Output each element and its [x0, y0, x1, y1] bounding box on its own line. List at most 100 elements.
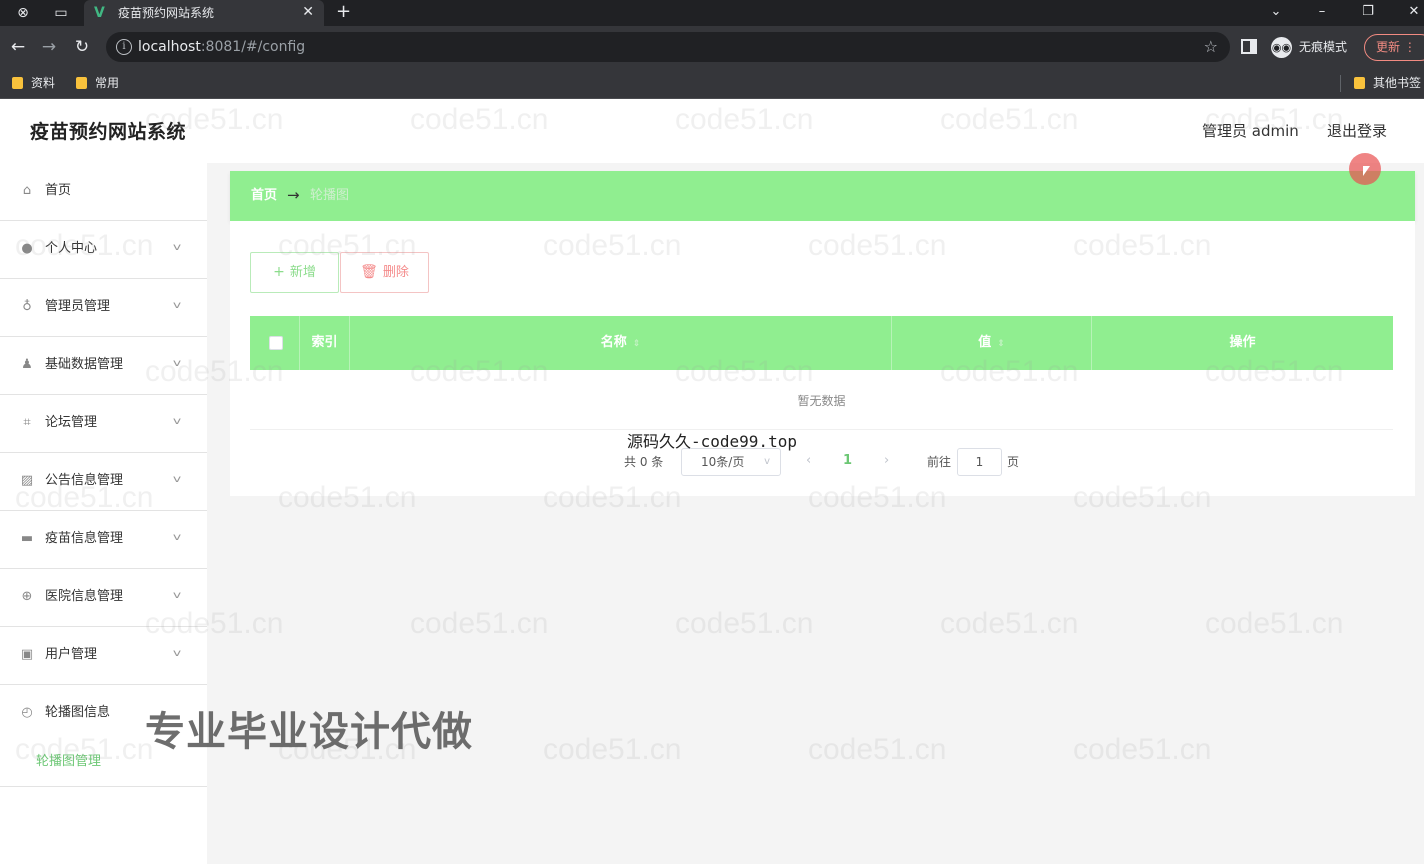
page-number-current[interactable]: 1 [843, 452, 852, 470]
goto-page-input[interactable]: 1 [957, 448, 1002, 476]
sidebar-item-home[interactable]: ⌂ 首页 [0, 163, 207, 221]
table-body: 暂无数据 [250, 370, 1393, 430]
clipboard-icon: ▣ [20, 647, 34, 662]
tab-close-icon[interactable]: ✕ [302, 3, 314, 21]
breadcrumb-home[interactable]: 首页 [251, 187, 277, 205]
chevron-down-icon: v [172, 242, 182, 253]
incognito-label[interactable]: 无痕模式 [1299, 39, 1347, 55]
update-button[interactable]: 更新 ⋮ [1364, 34, 1424, 61]
crop-icon: ⌗ [23, 415, 31, 430]
url-text[interactable]: localhost:8081/#/config [138, 38, 305, 56]
pagination-total: 共 0 条 [624, 455, 664, 469]
monitor-icon: ▬ [20, 531, 34, 546]
breadcrumb-current: 轮播图 [310, 188, 350, 203]
browser-toolbar: ← → ↻ i localhost:8081/#/config ☆ ◉◉ 无痕模… [0, 26, 1424, 68]
column-actions: 操作 [1229, 335, 1256, 350]
next-page-icon[interactable]: › [884, 451, 889, 471]
sidebar-item-vaccines[interactable]: ▬ 疫苗信息管理 v [0, 511, 207, 569]
sidebar-item-users[interactable]: ▣ 用户管理 v [0, 627, 207, 685]
bookmark-star-icon[interactable]: ☆ [1204, 37, 1218, 57]
select-all-checkbox[interactable] [269, 336, 283, 350]
tab-search-icon[interactable]: ▭ [52, 4, 70, 22]
logout-link[interactable]: 退出登录 [1327, 121, 1387, 141]
new-tab-icon[interactable]: + [336, 2, 351, 22]
tab-list-icon[interactable]: ⌄ [1266, 2, 1286, 22]
chart-icon: ▨ [20, 473, 34, 488]
user-icon: ● [21, 241, 33, 256]
side-panel-icon[interactable] [1241, 39, 1257, 54]
person-icon: ♟ [21, 357, 33, 372]
sidebar-item-admin-management[interactable]: ♁ 管理员管理 v [0, 279, 207, 337]
sidebar-item-label: 基础数据管理 [45, 357, 124, 372]
forward-icon[interactable]: → [39, 36, 59, 58]
chevron-down-icon: v [172, 532, 182, 543]
breadcrumb: 首页 → 轮播图 [230, 171, 1415, 221]
sidebar-menu: ⌂ 首页 ● 个人中心 v ♁ 管理员管理 v ♟ 基础数据管理 v ⌗ 论坛管… [0, 163, 207, 864]
sidebar-item-carousel[interactable]: ◴ 轮播图信息 [0, 685, 207, 743]
browser-tab[interactable]: V 疫苗预约网站系统 ✕ [84, 0, 324, 26]
trash-icon: 🗑 [360, 264, 378, 280]
compass-icon: ◴ [21, 705, 33, 720]
chevron-down-icon: v [172, 358, 182, 369]
sidebar-item-label: 首页 [45, 183, 72, 198]
minimize-icon[interactable]: – [1312, 2, 1332, 22]
sidebar-item-label: 论坛管理 [45, 415, 98, 430]
sidebar-subitem-carousel-management[interactable]: 轮播图管理 [0, 737, 207, 787]
incognito-icon[interactable]: ◉◉ [1271, 37, 1292, 58]
site-title: 疫苗预约网站系统 [30, 121, 187, 143]
browser-menu-icon[interactable]: ⊗ [14, 4, 32, 22]
bookmark-folder-other[interactable]: 其他书签 [1354, 75, 1421, 91]
sidebar-item-forum[interactable]: ⌗ 论坛管理 v [0, 395, 207, 453]
chevron-down-icon: v [172, 474, 182, 485]
chevron-down-icon: v [764, 456, 770, 467]
bookmark-separator [1340, 75, 1341, 92]
close-window-icon[interactable]: ✕ [1404, 2, 1424, 22]
restore-icon[interactable]: ❐ [1358, 2, 1378, 22]
site-info-icon[interactable]: i [116, 39, 132, 55]
data-table: 索引 名称 ⇕ 值 ⇕ 操作 暂无数据 [250, 316, 1393, 430]
column-name[interactable]: 名称 ⇕ [350, 316, 892, 370]
pagination: 共 0 条 10条/页 v ‹ 1 › 前往 1 页 [230, 447, 1415, 477]
current-user-label: 管理员 admin [1202, 122, 1299, 140]
folder-icon [76, 77, 87, 89]
folder-icon [12, 77, 23, 89]
empty-state-text: 暂无数据 [797, 394, 846, 408]
bookmark-folder-materials[interactable]: 资料 [12, 75, 55, 91]
delete-button[interactable]: 🗑 删除 [340, 252, 429, 293]
home-icon: ⌂ [22, 183, 32, 198]
sidebar-item-hospitals[interactable]: ⊕ 医院信息管理 v [0, 569, 207, 627]
sidebar-item-label: 个人中心 [45, 241, 98, 256]
microphone-icon: ♁ [22, 299, 32, 314]
folder-icon [1354, 77, 1365, 89]
vue-favicon-icon: V [94, 5, 105, 21]
goto-label: 前往 [927, 455, 952, 469]
prev-page-icon[interactable]: ‹ [806, 451, 811, 471]
sidebar-item-label: 公告信息管理 [45, 473, 124, 488]
sidebar-item-label: 轮播图信息 [45, 705, 111, 720]
page-suffix-label: 页 [1007, 455, 1020, 469]
site-header: 疫苗预约网站系统 管理员 admin 退出登录 [0, 99, 1424, 163]
add-button[interactable]: + 新增 [250, 252, 339, 293]
back-icon[interactable]: ← [8, 36, 28, 58]
address-bar[interactable]: i localhost:8081/#/config ☆ [106, 32, 1230, 62]
browser-tab-bar: ⊗ ▭ V 疫苗预约网站系统 ✕ + ⌄ – ❐ ✕ [0, 0, 1424, 26]
sidebar-subitem-label: 轮播图管理 [36, 754, 102, 769]
sort-icon[interactable]: ⇕ [633, 339, 641, 349]
sidebar-item-announcements[interactable]: ▨ 公告信息管理 v [0, 453, 207, 511]
sidebar-item-base-data[interactable]: ♟ 基础数据管理 v [0, 337, 207, 395]
column-value[interactable]: 值 ⇕ [892, 316, 1092, 370]
table-header: 索引 名称 ⇕ 值 ⇕ 操作 [250, 316, 1393, 370]
sort-icon[interactable]: ⇕ [997, 339, 1005, 349]
column-select [250, 316, 300, 370]
sidebar-item-label: 疫苗信息管理 [45, 531, 124, 546]
page-size-select[interactable]: 10条/页 v [681, 448, 781, 476]
bookmark-folder-common[interactable]: 常用 [76, 75, 119, 91]
content-panel: + 新增 🗑 删除 索引 名称 ⇕ 值 ⇕ 操作 暂无数据 共 0 条 10条/页 v ‹… [230, 221, 1415, 496]
reload-icon[interactable]: ↻ [72, 36, 92, 58]
chevron-down-icon: v [172, 300, 182, 311]
sidebar-item-label: 用户管理 [45, 647, 98, 662]
chevron-down-icon: v [172, 590, 182, 601]
sidebar-item-personal-center[interactable]: ● 个人中心 v [0, 221, 207, 279]
plus-icon: + [273, 264, 285, 280]
web-page: 疫苗预约网站系统 管理员 admin 退出登录 ⌂ 首页 ● 个人中心 v ♁ … [0, 99, 1424, 864]
